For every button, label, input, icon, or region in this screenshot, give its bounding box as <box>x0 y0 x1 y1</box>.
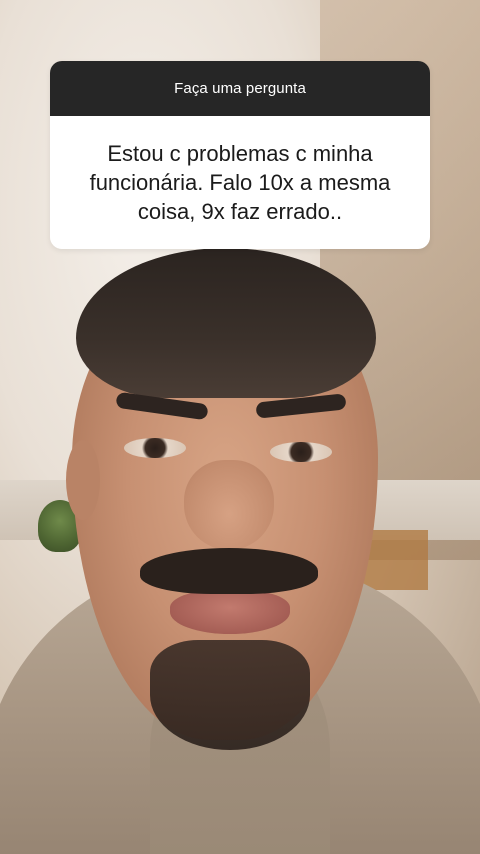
person-ear <box>66 440 100 520</box>
person-eye-left <box>124 438 186 458</box>
question-text-line: coisa, 9x faz errado.. <box>137 199 343 224</box>
person-eye-right <box>270 442 332 462</box>
question-text-line: funcionária. Falo 10x a mesma <box>89 170 391 195</box>
question-sticker[interactable]: Faça uma pergunta Estou c problemas c mi… <box>50 61 430 249</box>
person-beard <box>150 640 310 750</box>
question-sticker-header: Faça uma pergunta <box>50 61 430 116</box>
question-sticker-title: Faça uma pergunta <box>174 80 306 97</box>
story-frame: Faça uma pergunta Estou c problemas c mi… <box>0 0 480 854</box>
question-text-line: Estou c problemas c minha <box>107 141 373 166</box>
person-mouth <box>170 590 290 634</box>
question-text: Estou c problemas c minha funcionária. F… <box>90 139 391 226</box>
person-nose <box>184 460 274 550</box>
question-sticker-body: Estou c problemas c minha funcionária. F… <box>50 116 430 249</box>
person-mustache <box>140 548 318 594</box>
